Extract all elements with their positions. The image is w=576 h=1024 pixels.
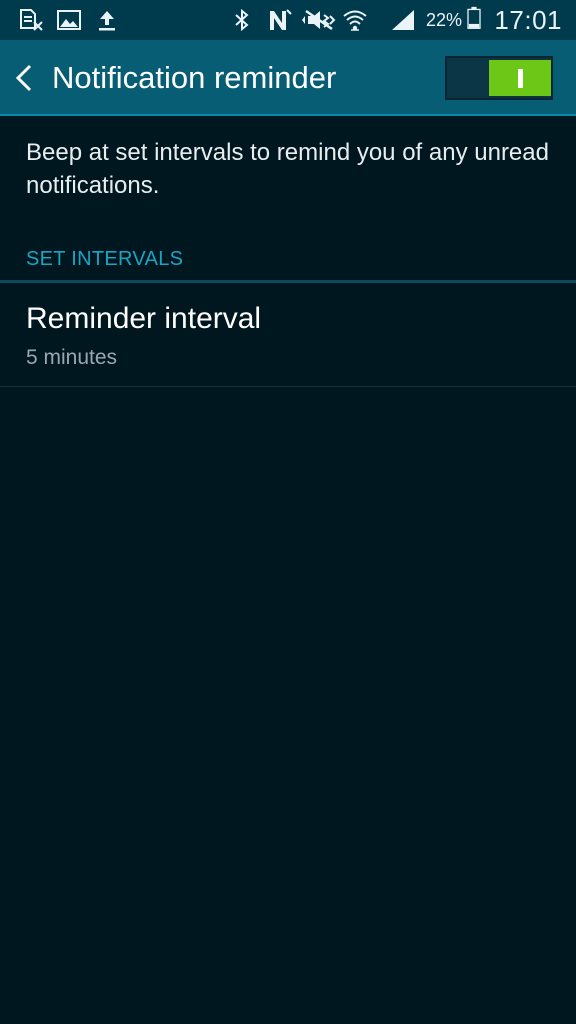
status-clock: 17:01 — [494, 5, 562, 35]
action-bar: Notification reminder — [0, 40, 576, 116]
section-divider — [0, 280, 576, 283]
status-bar: 22% 17:01 — [0, 0, 576, 40]
sim-card-x-icon — [20, 9, 43, 31]
battery-percentage: 22% — [426, 10, 463, 30]
battery-icon — [467, 6, 481, 29]
page-title: Notification reminder — [52, 60, 337, 95]
description-text: Beep at set intervals to remind you of a… — [26, 139, 549, 199]
vibrate-mute-icon — [302, 9, 336, 31]
list-item-reminder-interval[interactable]: Reminder interval 5 minutes — [0, 284, 576, 387]
chevron-left-icon — [15, 64, 32, 92]
list-item-value: 5 minutes — [26, 346, 118, 369]
switch-on-indicator — [518, 69, 523, 88]
upload-icon — [99, 11, 115, 31]
nfc-icon — [270, 9, 292, 30]
back-button[interactable] — [8, 56, 44, 100]
bluetooth-icon — [235, 8, 249, 32]
wifi-icon — [343, 10, 367, 31]
image-icon — [57, 10, 81, 30]
screen: 22% 17:01 Notification reminder Beep at … — [0, 0, 576, 1024]
list-item-title: Reminder interval — [26, 302, 262, 335]
switch-track — [447, 58, 489, 98]
signal-icon — [392, 10, 414, 30]
switch-thumb — [489, 60, 551, 96]
master-switch[interactable] — [445, 56, 553, 100]
section-header: SET INTERVALS — [26, 248, 184, 270]
